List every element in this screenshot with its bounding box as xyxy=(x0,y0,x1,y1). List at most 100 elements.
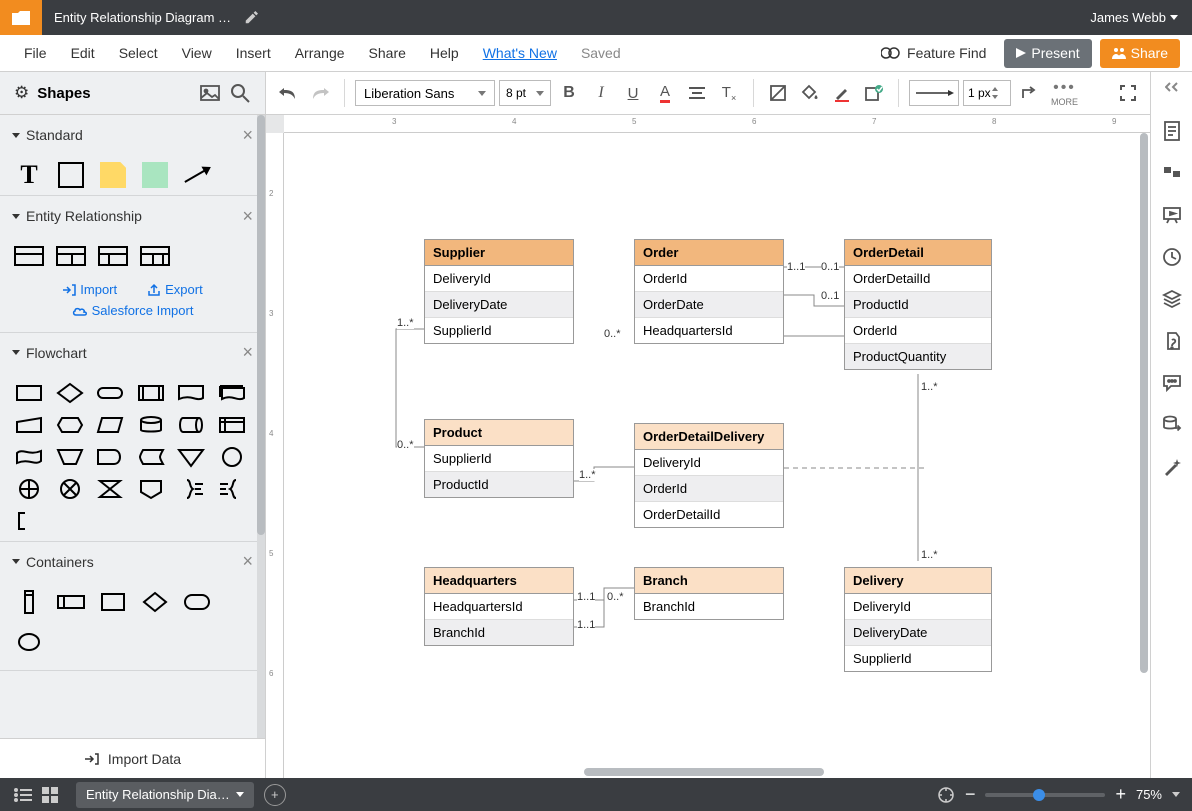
zoom-value[interactable]: 75% xyxy=(1136,787,1162,802)
fc-internalstorage[interactable] xyxy=(217,413,247,437)
cleartext-button[interactable]: T× xyxy=(715,79,743,107)
masterpages-icon[interactable] xyxy=(1161,330,1183,352)
menu-help[interactable]: Help xyxy=(418,45,471,61)
fc-papertape[interactable] xyxy=(14,445,44,469)
container-1[interactable] xyxy=(14,588,44,616)
salesforce-import-link[interactable]: Salesforce Import xyxy=(72,303,194,318)
fc-brace-l[interactable] xyxy=(217,477,247,501)
undo-button[interactable] xyxy=(274,79,302,107)
presentation-icon[interactable] xyxy=(1161,204,1183,226)
user-menu[interactable]: James Webb xyxy=(1076,10,1192,25)
magic-icon[interactable] xyxy=(1161,456,1183,478)
er-shape-4[interactable] xyxy=(140,242,170,270)
fc-multidoc[interactable] xyxy=(217,381,247,405)
entity-order[interactable]: Order OrderId OrderDate HeadquartersId xyxy=(634,239,784,344)
fill-button[interactable] xyxy=(796,79,824,107)
linepath-button[interactable] xyxy=(1015,79,1043,107)
chat-icon[interactable] xyxy=(1161,372,1183,394)
textcolor-button[interactable]: A xyxy=(651,79,679,107)
layers-icon[interactable] xyxy=(1161,288,1183,310)
target-icon[interactable] xyxy=(937,786,955,804)
gear-icon[interactable]: ⚙ xyxy=(14,83,29,103)
fc-manualinp[interactable] xyxy=(14,413,44,437)
menu-file[interactable]: File xyxy=(12,45,59,61)
fc-database[interactable] xyxy=(136,413,166,437)
whats-new-link[interactable]: What's New xyxy=(471,45,569,61)
section-standard[interactable]: Standard × xyxy=(0,115,265,155)
import-link[interactable]: Import xyxy=(62,282,117,297)
border-button[interactable] xyxy=(828,79,856,107)
fullscreen-button[interactable] xyxy=(1114,79,1142,107)
menu-select[interactable]: Select xyxy=(107,45,170,61)
entity-orderdetaildelivery[interactable]: OrderDetailDelivery DeliveryId OrderId O… xyxy=(634,423,784,528)
app-tab[interactable] xyxy=(0,0,42,35)
page-tab[interactable]: Entity Relationship Dia… xyxy=(76,782,254,808)
menu-arrange[interactable]: Arrange xyxy=(283,45,357,61)
entity-headquarters[interactable]: Headquarters HeadquartersId BranchId xyxy=(424,567,574,646)
section-containers[interactable]: Containers × xyxy=(0,542,265,582)
edit-title-icon[interactable] xyxy=(244,11,258,25)
er-shape-2[interactable] xyxy=(56,242,86,270)
italic-button[interactable]: I xyxy=(587,79,615,107)
document-title[interactable]: Entity Relationship Diagram Exa… xyxy=(54,10,234,25)
fc-preparation[interactable] xyxy=(55,413,85,437)
entity-branch[interactable]: Branch BranchId xyxy=(634,567,784,620)
search-icon[interactable] xyxy=(229,82,251,104)
underline-button[interactable]: U xyxy=(619,79,647,107)
fontsize-select[interactable]: 8 pt xyxy=(499,80,551,106)
fc-note[interactable] xyxy=(14,509,44,533)
container-5[interactable] xyxy=(182,588,212,616)
zoom-in[interactable]: + xyxy=(1115,784,1126,805)
add-page-button[interactable]: + xyxy=(264,784,286,806)
outline-icon[interactable] xyxy=(14,788,32,802)
history-icon[interactable] xyxy=(1161,246,1183,268)
fc-document[interactable] xyxy=(176,381,206,405)
grid-icon[interactable] xyxy=(42,787,58,803)
page-settings-icon[interactable] xyxy=(1161,120,1183,142)
fc-directdata[interactable] xyxy=(176,413,206,437)
close-icon[interactable]: × xyxy=(242,342,253,363)
fc-predef[interactable] xyxy=(136,381,166,405)
fc-collate[interactable] xyxy=(95,477,125,501)
section-flowchart[interactable]: Flowchart × xyxy=(0,333,265,373)
more-button[interactable]: •••MORE xyxy=(1051,79,1078,107)
container-6[interactable] xyxy=(14,628,44,656)
note-shape[interactable] xyxy=(98,161,128,189)
container-2[interactable] xyxy=(56,588,86,616)
menu-share[interactable]: Share xyxy=(357,45,418,61)
font-select[interactable]: Liberation Sans xyxy=(355,80,495,106)
container-4[interactable] xyxy=(140,588,170,616)
fc-process[interactable] xyxy=(14,381,44,405)
close-icon[interactable]: × xyxy=(242,125,253,146)
present-button[interactable]: Present xyxy=(1004,39,1091,68)
fc-delay[interactable] xyxy=(95,445,125,469)
menu-view[interactable]: View xyxy=(170,45,224,61)
shapestyle-button[interactable] xyxy=(764,79,792,107)
entity-supplier[interactable]: Supplier DeliveryId DeliveryDate Supplie… xyxy=(424,239,574,344)
fc-data[interactable] xyxy=(95,413,125,437)
image-icon[interactable] xyxy=(199,82,221,104)
canvas[interactable]: Supplier DeliveryId DeliveryDate Supplie… xyxy=(284,133,1150,778)
er-shape-3[interactable] xyxy=(98,242,128,270)
fc-or[interactable] xyxy=(14,477,44,501)
zoom-slider[interactable] xyxy=(985,793,1105,797)
collapse-right-panel[interactable] xyxy=(1165,80,1179,100)
menu-edit[interactable]: Edit xyxy=(59,45,107,61)
data-icon[interactable] xyxy=(1161,414,1183,436)
bold-button[interactable]: B xyxy=(555,79,583,107)
container-3[interactable] xyxy=(98,588,128,616)
entity-orderdetail[interactable]: OrderDetail OrderDetailId ProductId Orde… xyxy=(844,239,992,370)
block-shape[interactable] xyxy=(140,161,170,189)
fc-offpage[interactable] xyxy=(136,477,166,501)
fc-brace-r[interactable] xyxy=(176,477,206,501)
fc-manualop[interactable] xyxy=(55,445,85,469)
close-icon[interactable]: × xyxy=(242,206,253,227)
zoom-out[interactable]: − xyxy=(965,784,976,805)
feature-find[interactable]: Feature Find xyxy=(881,45,996,61)
fc-merge[interactable] xyxy=(176,445,206,469)
text-shape[interactable]: T xyxy=(14,161,44,189)
share-button[interactable]: Share xyxy=(1100,39,1180,68)
canvas-scrollbar-v[interactable] xyxy=(1138,133,1150,764)
linestyle-select[interactable] xyxy=(909,80,959,106)
linewidth-select[interactable]: 1 px xyxy=(963,80,1011,106)
